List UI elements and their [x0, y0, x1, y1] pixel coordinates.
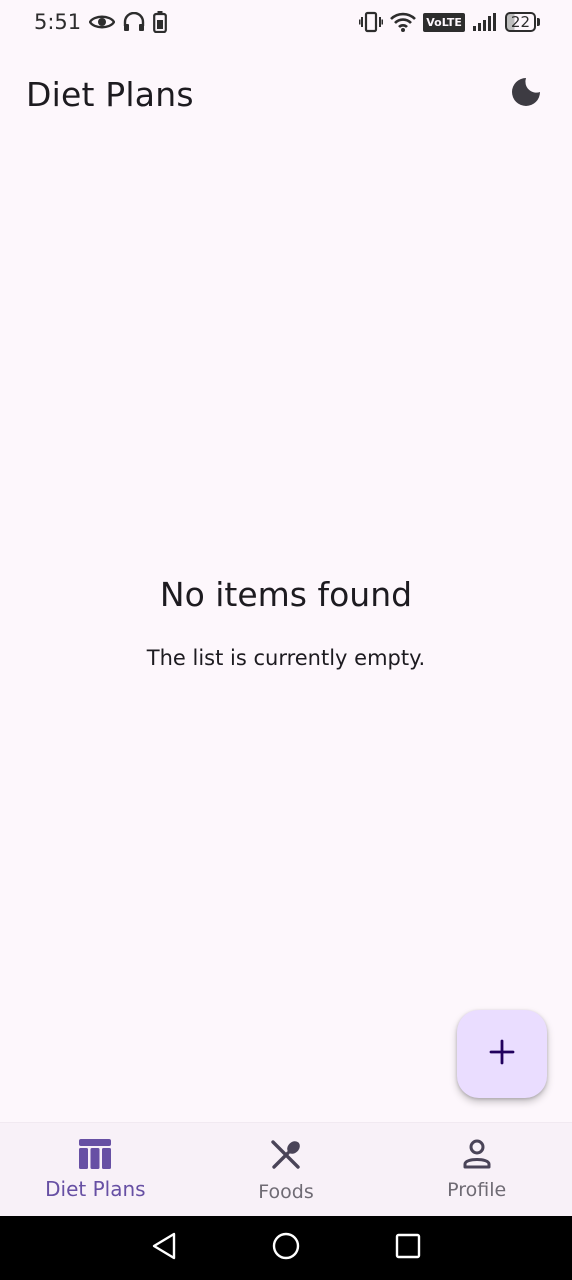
system-back-button[interactable] [143, 1227, 185, 1269]
empty-state-title: No items found [159, 575, 413, 614]
battery-level: 22 [504, 12, 536, 32]
bottom-navigation: Diet Plans Foods Profile [0, 1122, 572, 1216]
theme-toggle-button[interactable] [502, 70, 550, 118]
system-navigation-bar [0, 1216, 572, 1280]
nav-item-diet-plans[interactable]: Diet Plans [0, 1123, 191, 1216]
table-icon [79, 1139, 112, 1173]
home-icon [272, 1232, 300, 1264]
back-icon [151, 1232, 177, 1264]
moon-icon [510, 76, 542, 112]
vibrate-icon [359, 11, 384, 33]
system-recents-button[interactable] [387, 1227, 429, 1269]
recents-icon [395, 1233, 421, 1263]
status-left: 5:51 [34, 10, 168, 34]
headphones-icon [123, 12, 145, 32]
status-right: VoLTE 22 [359, 11, 540, 33]
system-home-button[interactable] [265, 1227, 307, 1269]
person-icon [462, 1139, 492, 1173]
nav-label-diet-plans: Diet Plans [45, 1177, 146, 1201]
nav-label-foods: Foods [258, 1181, 314, 1203]
nav-label-profile: Profile [447, 1179, 507, 1201]
battery-icon: 22 [504, 12, 540, 32]
volte-icon: VoLTE [423, 12, 465, 32]
status-time: 5:51 [34, 10, 82, 34]
empty-state: No items found The list is currently emp… [0, 575, 572, 670]
nav-item-profile[interactable]: Profile [381, 1123, 572, 1216]
wifi-icon [390, 12, 417, 32]
eye-icon [89, 13, 116, 31]
plus-icon [489, 1039, 515, 1069]
app-bar: Diet Plans [0, 60, 572, 128]
add-diet-plan-button[interactable] [457, 1010, 547, 1098]
utensils-icon [270, 1139, 302, 1175]
page-title: Diet Plans [26, 74, 194, 114]
nav-item-foods[interactable]: Foods [191, 1123, 382, 1216]
battery-saver-icon [153, 11, 168, 33]
signal-icon [472, 12, 498, 32]
status-bar: 5:51 VoLTE 22 [0, 0, 572, 44]
empty-state-subtitle: The list is currently empty. [146, 646, 426, 670]
